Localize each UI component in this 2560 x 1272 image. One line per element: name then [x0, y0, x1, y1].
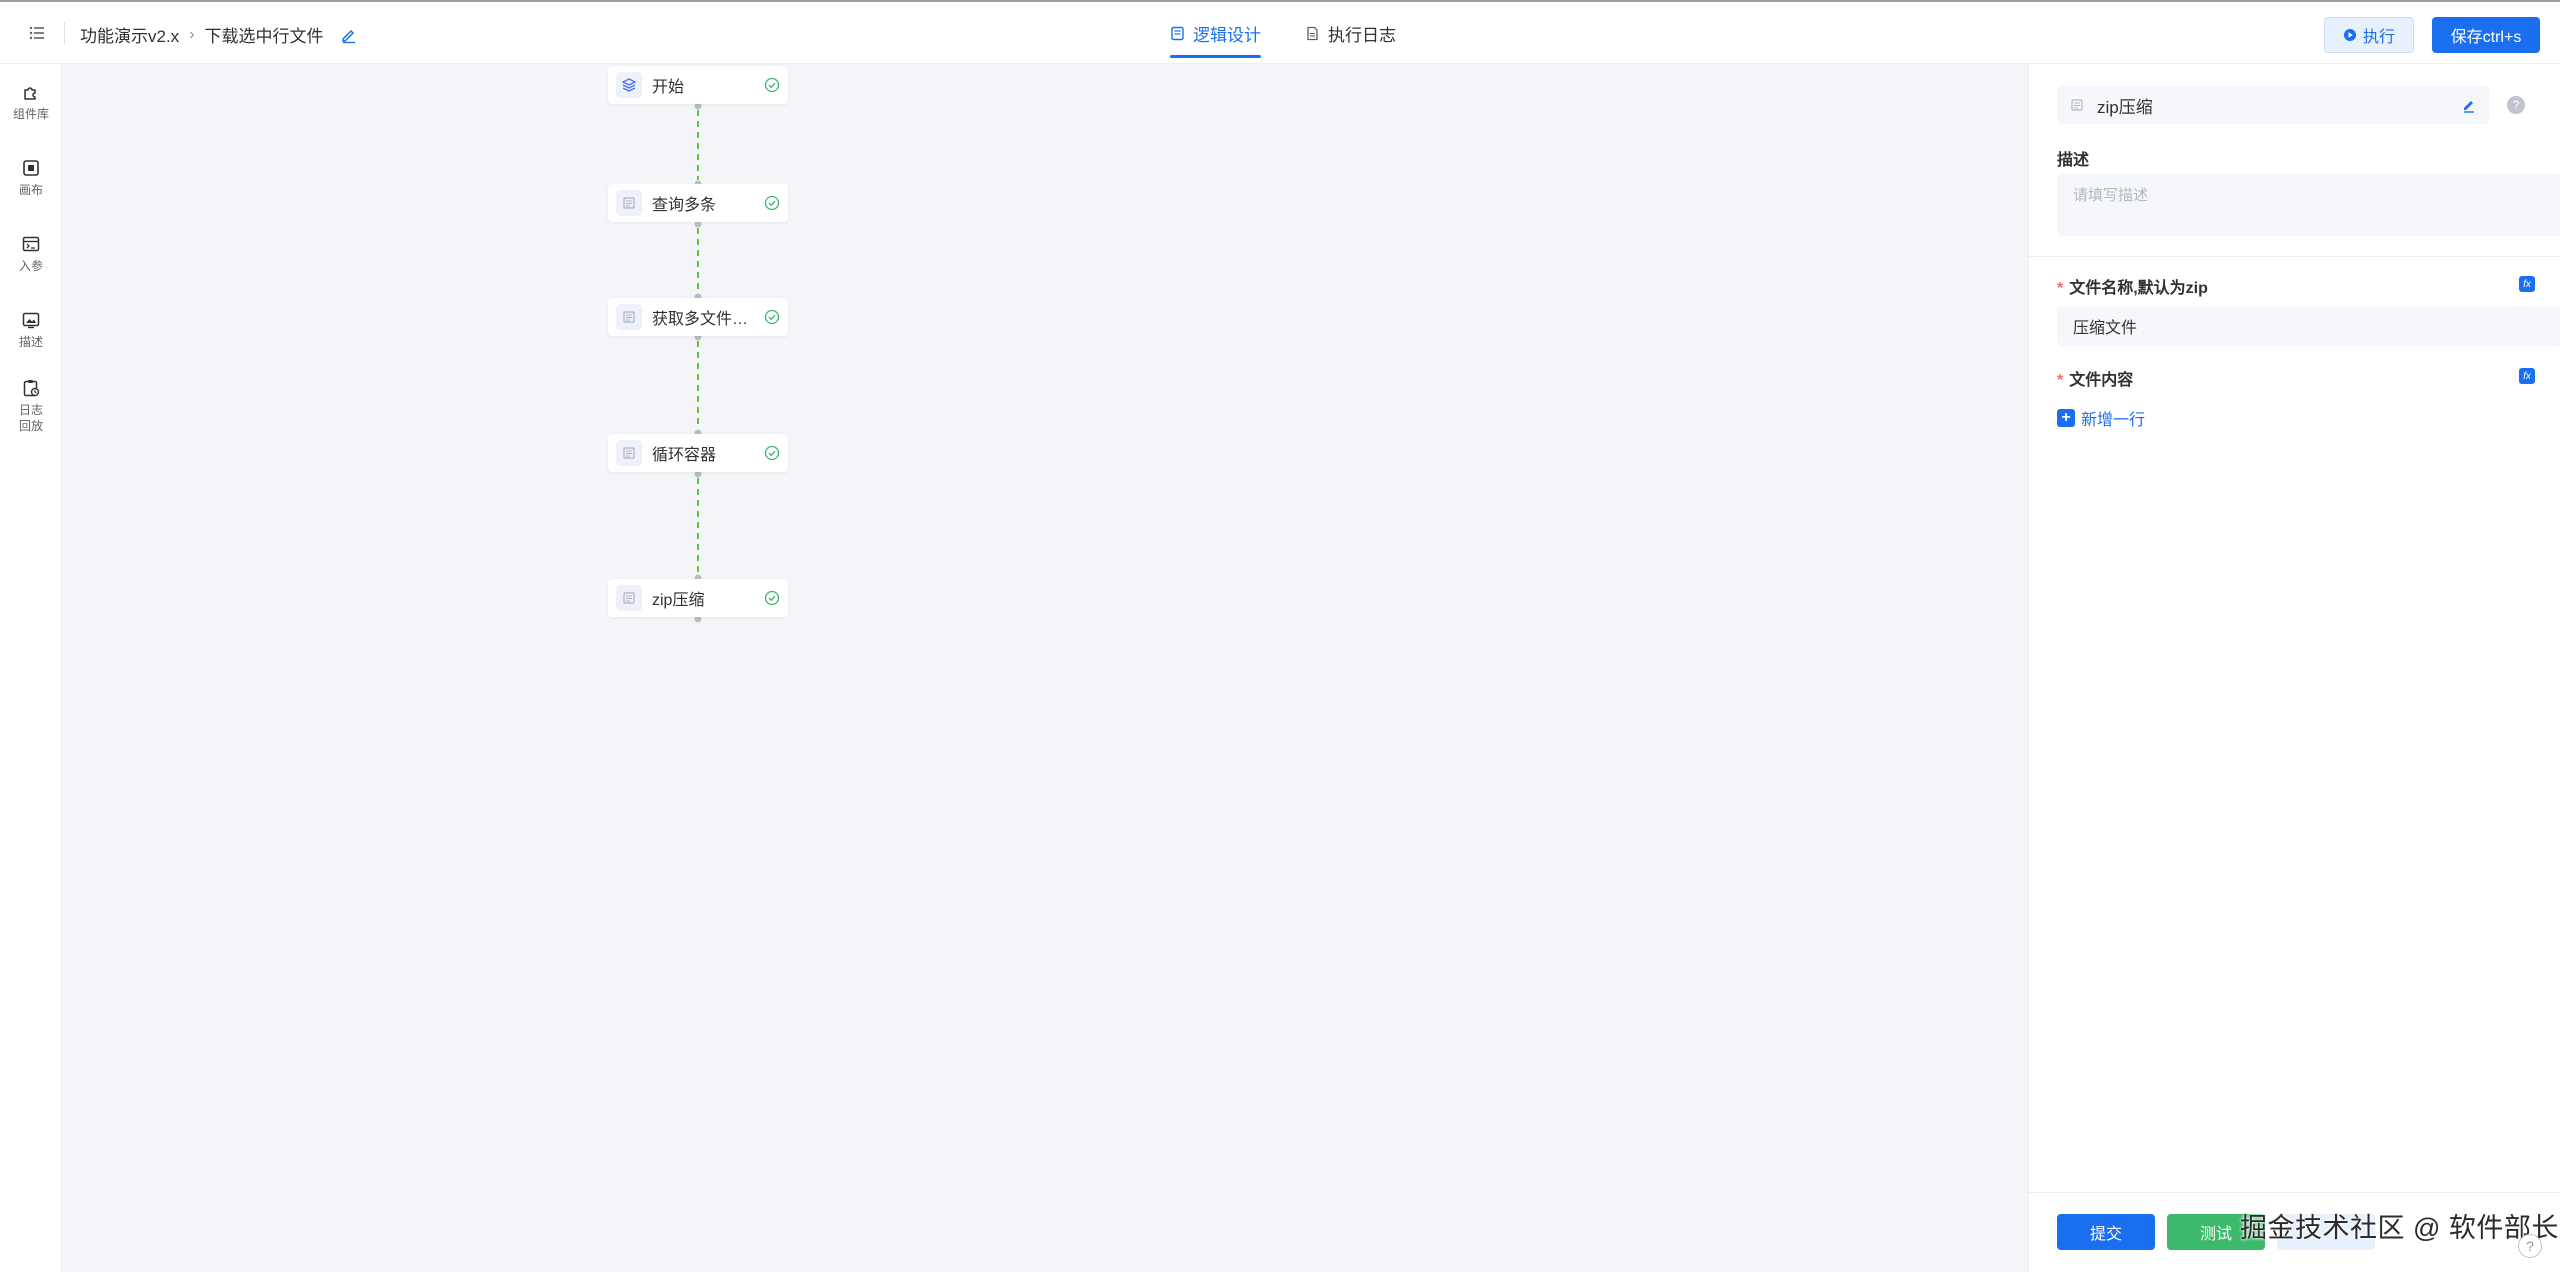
flow-node-get-file-urls[interactable]: 获取多文件地...: [608, 298, 788, 336]
node-label: 获取多文件地...: [652, 311, 760, 328]
document-icon: [1171, 26, 1184, 40]
field-label-filename: * 文件名称,默认为zip: [2057, 274, 2208, 298]
run-button[interactable]: 执行: [2324, 17, 2414, 53]
field-label-text: 文件名称,默认为zip: [2069, 280, 2208, 297]
sidebar-item-log-replay[interactable]: 日志回放: [0, 378, 62, 434]
sidebar-item-label: 画布: [18, 183, 43, 197]
flow-node-loop-container[interactable]: 循环容器: [608, 434, 788, 472]
tab-execution-log[interactable]: 执行日志: [1305, 2, 1396, 64]
sidebar-item-label: 入参: [18, 259, 43, 273]
log-replay-icon: [23, 380, 40, 397]
fx-formula-icon[interactable]: fx: [2519, 368, 2535, 384]
node-label: 循环容器: [652, 447, 717, 464]
canvas-icon: [23, 160, 39, 176]
table-icon: [2071, 99, 2083, 111]
image-icon: [22, 312, 40, 329]
chevron-right-icon: ›: [189, 25, 195, 43]
top-bar: 功能演示v2.x › 下载选中行文件 逻辑设计 执行日志 执行 保存ctrl+s: [0, 0, 2560, 64]
flow-edges: [694, 102, 702, 623]
divider: [2029, 1192, 2560, 1193]
breadcrumb: 功能演示v2.x › 下载选中行文件: [80, 22, 358, 47]
tab-label: 执行日志: [1328, 25, 1396, 45]
field-label-text: 文件内容: [2069, 372, 2134, 389]
layers-icon: [616, 72, 642, 98]
sidebar-item-components[interactable]: 组件库: [0, 82, 62, 122]
save-button[interactable]: 保存ctrl+s: [2432, 17, 2540, 53]
check-circle-icon: [764, 77, 780, 93]
node-label: 查询多条: [652, 197, 717, 214]
table-icon: [616, 190, 642, 216]
flow-node-query-multiple[interactable]: 查询多条: [608, 184, 788, 222]
tab-label: 逻辑设计: [1193, 25, 1261, 45]
sidebar-item-label: 描述: [18, 335, 43, 349]
help-icon[interactable]: ?: [2507, 96, 2525, 114]
menu-toggle-button[interactable]: [20, 18, 54, 48]
left-sidebar: 组件库 画布 入参 描述 日志回放: [0, 64, 62, 1272]
required-mark: *: [2057, 372, 2064, 389]
plus-icon: +: [2057, 409, 2075, 427]
sidebar-item-canvas[interactable]: 画布: [0, 158, 62, 198]
properties-panel: zip压缩 ? 描述 * 文件名称,默认为zip fx * 文件内容 fx + 新增…: [2028, 64, 2560, 1272]
node-label: zip压缩: [652, 592, 705, 609]
sidebar-item-label: 组件库: [12, 107, 49, 121]
flow-graph: 开始 查询多条 获取多文件地... 循环容器 zip压缩: [62, 64, 2028, 1272]
question-icon[interactable]: ?: [2518, 1234, 2542, 1258]
node-title: zip压缩: [2097, 97, 2153, 117]
filename-input[interactable]: [2057, 306, 2560, 346]
flow-canvas[interactable]: 开始 查询多条 获取多文件地... 循环容器 zip压缩: [62, 64, 2028, 1272]
submit-button[interactable]: 提交: [2057, 1214, 2155, 1250]
tab-logic-design[interactable]: 逻辑设计: [1170, 2, 1261, 64]
run-label: 执行: [2362, 29, 2395, 46]
sidebar-item-label: 日志回放: [18, 403, 43, 433]
view-tabs: 逻辑设计 执行日志: [1170, 2, 1396, 64]
watermark: 掘金技术社区 @ 软件部长: [2240, 1213, 2559, 1243]
required-mark: *: [2057, 280, 2064, 297]
add-row-button[interactable]: + 新增一行: [2057, 406, 2145, 430]
divider: [2029, 256, 2560, 257]
table-icon: [616, 440, 642, 466]
edit-title-icon[interactable]: [340, 26, 358, 44]
field-label-content: * 文件内容: [2057, 366, 2133, 390]
check-circle-icon: [764, 590, 780, 606]
breadcrumb-current: 下载选中行文件: [204, 27, 324, 46]
add-row-label: 新增一行: [2081, 412, 2146, 429]
divider: [64, 22, 65, 44]
flow-node-start[interactable]: 开始: [608, 66, 788, 104]
check-circle-icon: [764, 195, 780, 211]
table-icon: [616, 304, 642, 330]
puzzle-icon: [24, 87, 36, 100]
description-textarea[interactable]: [2057, 174, 2560, 236]
node-title-field[interactable]: zip压缩: [2057, 86, 2489, 124]
sidebar-item-params[interactable]: 入参: [0, 234, 62, 274]
node-label: 开始: [652, 79, 685, 96]
fx-formula-icon[interactable]: fx: [2519, 276, 2535, 292]
file-icon: [1307, 26, 1318, 40]
check-circle-icon: [764, 309, 780, 325]
edit-icon[interactable]: [2461, 97, 2477, 113]
flow-node-zip-compress[interactable]: zip压缩: [608, 579, 788, 617]
play-icon: [2343, 29, 2356, 41]
table-icon: [616, 585, 642, 611]
description-label: 描述: [2057, 152, 2090, 169]
params-icon: [22, 236, 40, 252]
sidebar-item-description[interactable]: 描述: [0, 310, 62, 350]
breadcrumb-project[interactable]: 功能演示v2.x: [80, 22, 179, 47]
list-icon: [29, 26, 44, 40]
check-circle-icon: [764, 445, 780, 461]
